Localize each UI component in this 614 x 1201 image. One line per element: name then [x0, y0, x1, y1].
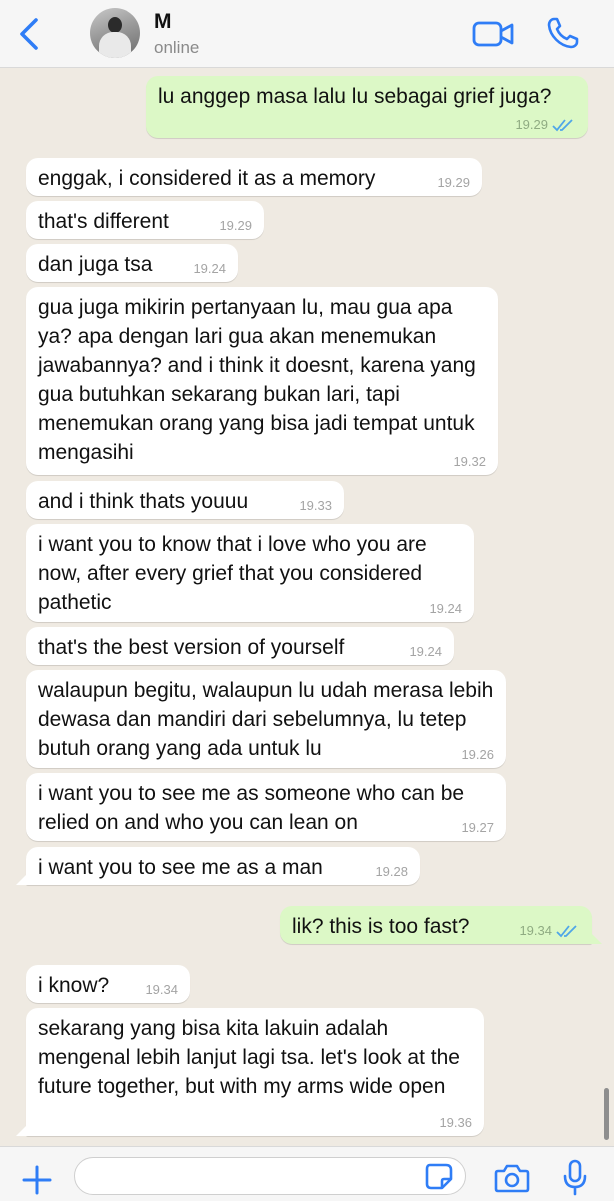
sticker-icon[interactable] [424, 1163, 454, 1191]
message-input[interactable] [74, 1157, 466, 1195]
message-bubble-incoming[interactable]: i know? 19.34 [26, 965, 190, 1003]
back-chevron-icon[interactable] [14, 16, 44, 52]
message-text: lu anggep masa lalu lu sebagai grief jug… [158, 85, 552, 108]
message-text: i want you to see me as someone who can … [38, 782, 465, 834]
message-time: 19.27 [461, 820, 494, 835]
contact-avatar[interactable] [90, 8, 140, 58]
message-time: 19.26 [461, 747, 494, 762]
message-time: 19.24 [193, 261, 226, 276]
message-bubble-incoming[interactable]: that's different 19.29 [26, 201, 264, 239]
message-text: sekarang yang bisa kita lakuin adalah me… [38, 1017, 460, 1098]
message-bubble-incoming[interactable]: enggak, i considered it as a memory 19.2… [26, 158, 482, 196]
message-time: 19.34 [145, 982, 178, 997]
message-text: enggak, i considered it as a memory [38, 167, 376, 190]
read-ticks-icon [556, 925, 577, 938]
message-text: walaupun begitu, walaupun lu udah merasa… [38, 679, 494, 760]
message-time: 19.33 [299, 498, 332, 513]
message-time: 19.24 [429, 601, 462, 616]
plus-icon[interactable] [20, 1163, 54, 1197]
message-time: 19.28 [375, 864, 408, 879]
message-text: and i think thats youuu [38, 490, 249, 513]
scrollbar[interactable] [604, 1088, 609, 1140]
chat-header: M online [0, 0, 614, 68]
video-call-icon[interactable] [472, 20, 514, 48]
message-time: 19.29 [219, 218, 252, 233]
message-bubble-incoming[interactable]: and i think thats youuu 19.33 [26, 481, 344, 519]
message-text: i want you to see me as a man [38, 856, 323, 879]
message-time: 19.29 [515, 117, 548, 132]
message-bubble-incoming[interactable]: walaupun begitu, walaupun lu udah merasa… [26, 670, 506, 768]
contact-status: online [154, 38, 200, 57]
message-bubble-incoming[interactable]: sekarang yang bisa kita lakuin adalah me… [16, 1008, 484, 1136]
message-text: gua juga mikirin pertanyaan lu, mau gua … [38, 296, 476, 464]
camera-icon[interactable] [494, 1163, 530, 1193]
read-ticks-icon [552, 119, 573, 132]
message-text: that's the best version of yourself [38, 636, 345, 659]
message-time: 19.29 [437, 175, 470, 190]
message-time: 19.34 [519, 923, 552, 938]
message-bubble-incoming[interactable]: i want you to see me as a man 19.28 [16, 847, 420, 885]
message-bubble-outgoing[interactable]: lu anggep masa lalu lu sebagai grief jug… [146, 76, 588, 138]
message-time: 19.36 [439, 1115, 472, 1130]
message-bubble-incoming[interactable]: gua juga mikirin pertanyaan lu, mau gua … [26, 287, 498, 475]
message-bubble-outgoing[interactable]: lik? this is too fast? 19.34 [280, 906, 602, 944]
contact-name[interactable]: M [154, 10, 172, 34]
message-bubble-incoming[interactable]: that's the best version of yourself 19.2… [26, 627, 454, 665]
message-bubble-incoming[interactable]: dan juga tsa 19.24 [26, 244, 238, 282]
message-composer [0, 1146, 614, 1201]
message-time: 19.24 [409, 644, 442, 659]
message-bubble-incoming[interactable]: i want you to see me as someone who can … [26, 773, 506, 841]
message-bubble-incoming[interactable]: i want you to know that i love who you a… [26, 524, 474, 622]
message-time: 19.32 [453, 454, 486, 469]
microphone-icon[interactable] [562, 1159, 588, 1197]
phone-icon[interactable] [546, 16, 580, 50]
message-text: i want you to know that i love who you a… [38, 533, 427, 614]
